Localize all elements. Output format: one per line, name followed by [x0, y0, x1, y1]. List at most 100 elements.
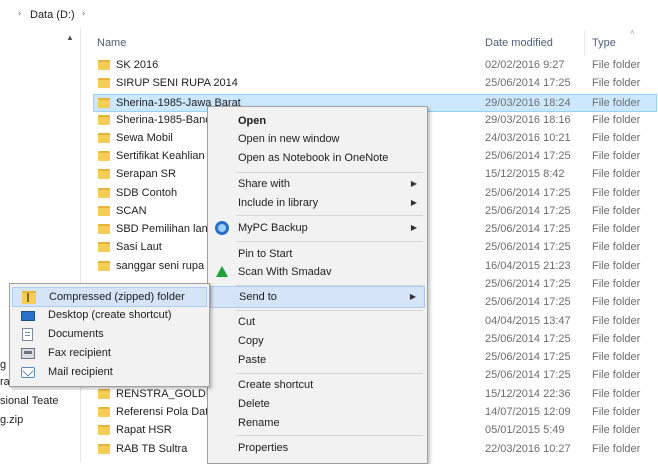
- file-name: SK 2016: [116, 59, 159, 71]
- submenu-item-label: Mail recipient: [48, 366, 113, 378]
- file-type: File folder: [592, 388, 641, 400]
- file-date-modified: 25/06/2014 17:25: [485, 333, 571, 345]
- file-row[interactable]: SK 2016 02/02/2016 9:27 File folder: [94, 57, 658, 75]
- file-name: RAB TB Sultra: [116, 443, 188, 455]
- send-to-fax-recipient[interactable]: Fax recipient: [12, 344, 207, 364]
- menu-item-label: Delete: [238, 398, 270, 410]
- menu-separator: [236, 310, 423, 311]
- menu-separator: [236, 215, 423, 216]
- folder-icon: [98, 78, 110, 88]
- menu-item-include-in-library[interactable]: Include in library ▶: [210, 193, 425, 215]
- file-date-modified: 15/12/2015 8:42: [485, 168, 565, 180]
- menu-item-label: Cut: [238, 316, 256, 328]
- column-header-type[interactable]: Type: [592, 37, 616, 49]
- column-divider[interactable]: [584, 30, 585, 56]
- address-bar[interactable]: › Data (D:) ›: [0, 0, 658, 28]
- breadcrumb-drive[interactable]: Data (D:): [30, 9, 75, 21]
- file-type: File folder: [592, 260, 641, 272]
- menu-item-properties[interactable]: Properties: [210, 438, 425, 460]
- file-type: File folder: [592, 278, 641, 290]
- sort-indicator-icon: ˄: [630, 28, 635, 37]
- file-type: File folder: [592, 97, 641, 109]
- menu-item-label: Create shortcut: [238, 379, 314, 391]
- file-date-modified: 25/06/2014 17:25: [485, 77, 571, 89]
- menu-item-scan-smadav[interactable]: Scan With Smadav: [210, 262, 425, 284]
- submenu-item-label: Fax recipient: [48, 347, 111, 359]
- pane-divider: [80, 28, 81, 462]
- send-to-submenu: Compressed (zipped) folder Desktop (crea…: [9, 283, 210, 387]
- folder-icon: [98, 169, 110, 179]
- send-to-compressed-folder[interactable]: Compressed (zipped) folder: [12, 287, 207, 307]
- file-row[interactable]: SIRUP SENI RUPA 2014 25/06/2014 17:25 File…: [94, 75, 658, 93]
- file-date-modified: 22/03/2016 10:27: [485, 443, 571, 455]
- nav-item[interactable]: g: [0, 359, 6, 371]
- file-date-modified: 25/06/2014 17:25: [485, 278, 571, 290]
- submenu-item-label: Desktop (create shortcut): [48, 309, 172, 321]
- submenu-item-label: Compressed (zipped) folder: [49, 291, 185, 303]
- menu-item-paste[interactable]: Paste: [210, 350, 425, 372]
- file-type: File folder: [592, 77, 641, 89]
- submenu-arrow-icon: ▶: [410, 223, 417, 232]
- send-to-desktop[interactable]: Desktop (create shortcut): [12, 306, 207, 326]
- menu-item-label: Open in new window: [238, 133, 340, 145]
- menu-item-label: Send to: [239, 291, 277, 303]
- file-date-modified: 15/12/2014 22:36: [485, 388, 571, 400]
- breadcrumb-chevron-icon[interactable]: ›: [18, 8, 21, 18]
- menu-item-label: Copy: [238, 335, 264, 347]
- file-date-modified: 25/06/2014 17:25: [485, 223, 571, 235]
- column-header-date[interactable]: Date modified: [485, 37, 553, 49]
- menu-item-open-onenote[interactable]: Open as Notebook in OneNote: [210, 148, 425, 170]
- folder-icon: [98, 115, 110, 125]
- folder-icon: [98, 444, 110, 454]
- breadcrumb-chevron-icon[interactable]: ›: [82, 8, 85, 18]
- send-to-documents[interactable]: Documents: [12, 325, 207, 345]
- file-date-modified: 24/03/2016 10:21: [485, 132, 571, 144]
- file-date-modified: 04/04/2015 13:47: [485, 315, 571, 327]
- file-type: File folder: [592, 168, 641, 180]
- send-to-mail-recipient[interactable]: Mail recipient: [12, 363, 207, 383]
- file-date-modified: 25/06/2014 17:25: [485, 369, 571, 381]
- file-name: Rapat HSR: [116, 424, 172, 436]
- file-type: File folder: [592, 296, 641, 308]
- menu-item-label: Pin to Start: [238, 248, 293, 260]
- file-date-modified: 02/02/2016 9:27: [485, 59, 565, 71]
- file-name: Referensi Pola Data: [116, 406, 215, 418]
- file-name: Sasi Laut: [116, 241, 162, 253]
- file-name: SCAN: [116, 205, 147, 217]
- file-name: sanggar seni rupa 55: [116, 260, 220, 272]
- menu-item-rename[interactable]: Rename: [210, 413, 425, 435]
- file-date-modified: 29/03/2016 18:24: [485, 97, 571, 109]
- file-date-modified: 29/03/2016 18:16: [485, 114, 571, 126]
- folder-icon: [98, 407, 110, 417]
- menu-item-send-to[interactable]: Send to ▶: [210, 286, 425, 308]
- file-type: File folder: [592, 205, 641, 217]
- folder-icon: [98, 151, 110, 161]
- folder-icon: [98, 242, 110, 252]
- file-name: Serapan SR: [116, 168, 176, 180]
- folder-icon: [98, 261, 110, 271]
- file-date-modified: 16/04/2015 21:23: [485, 260, 571, 272]
- nav-item[interactable]: g.zip: [0, 414, 23, 426]
- menu-separator: [236, 373, 423, 374]
- mail-icon: [21, 365, 35, 378]
- file-type: File folder: [592, 59, 641, 71]
- file-name: Sertifikat Keahlian ko: [116, 150, 220, 162]
- folder-icon: [98, 224, 110, 234]
- file-type: File folder: [592, 150, 641, 162]
- file-name: SIRUP SENI RUPA 2014: [116, 77, 238, 89]
- file-name: Sewa Mobil: [116, 132, 173, 144]
- column-header-name[interactable]: Name: [97, 37, 126, 49]
- file-type: File folder: [592, 443, 641, 455]
- submenu-arrow-icon: ▶: [410, 179, 417, 188]
- mypc-backup-icon: [215, 221, 229, 235]
- menu-item-mypc-backup[interactable]: MyPC Backup ▶: [210, 218, 425, 240]
- file-type: File folder: [592, 369, 641, 381]
- file-name: Sherina-1985-Bandu: [116, 114, 218, 126]
- submenu-item-label: Documents: [48, 328, 104, 340]
- menu-item-label: Include in library: [238, 197, 319, 209]
- file-type: File folder: [592, 351, 641, 363]
- scroll-up-arrow-icon[interactable]: ▲: [64, 32, 76, 44]
- menu-item-label: Properties: [238, 442, 289, 454]
- nav-item[interactable]: sional Teate: [0, 395, 59, 407]
- fax-icon: [21, 348, 35, 359]
